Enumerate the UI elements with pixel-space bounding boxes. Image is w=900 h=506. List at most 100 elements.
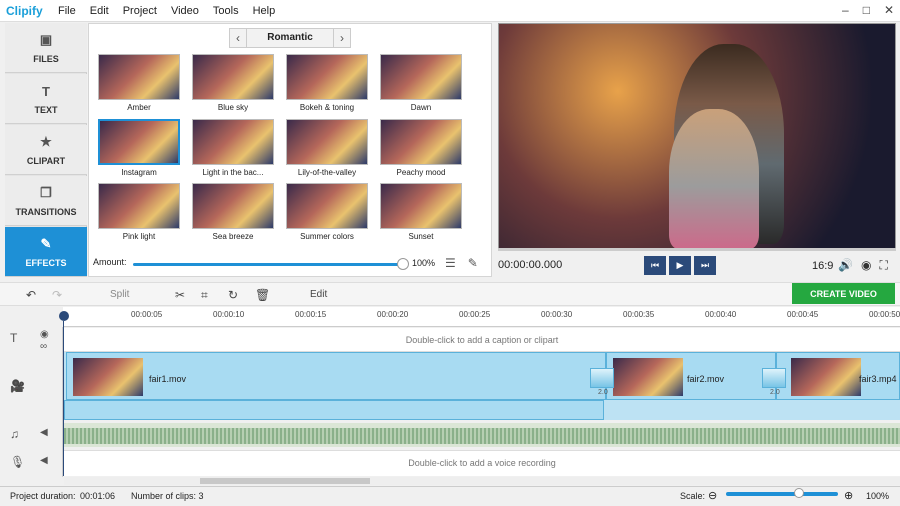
- category-label: Romantic: [246, 29, 334, 47]
- effect-label: Amber: [127, 103, 151, 112]
- clip-fair1[interactable]: fair1.mov: [66, 352, 606, 400]
- sidebar-item-effects[interactable]: ✎ EFFECTS: [5, 227, 87, 277]
- transition-marker[interactable]: [762, 368, 786, 388]
- chevron-left-icon[interactable]: ‹: [230, 31, 246, 45]
- fullscreen-icon[interactable]: ⛶: [879, 258, 887, 273]
- ruler-tick-label: 00:00:05: [131, 310, 163, 319]
- voice-track[interactable]: Double-click to add a voice recording: [64, 450, 900, 476]
- volume-icon[interactable]: 🔊: [838, 258, 853, 273]
- video-track-icon: 🎥: [10, 379, 25, 393]
- playback-controls: ⏮ ▶ ⏭: [644, 256, 716, 275]
- effect-tile[interactable]: Instagram: [97, 119, 181, 179]
- skip-back-icon[interactable]: ⏮: [644, 256, 666, 275]
- menu-file[interactable]: File: [58, 5, 76, 17]
- app-logo: Clipify: [6, 4, 43, 18]
- menu-video[interactable]: Video: [171, 5, 199, 17]
- effect-thumbnail: [98, 183, 180, 229]
- close-icon[interactable]: ✕: [884, 3, 894, 17]
- edit-button[interactable]: Edit: [310, 289, 327, 300]
- brush-icon[interactable]: ✎: [468, 256, 478, 270]
- effect-label: Pink light: [122, 232, 156, 241]
- music-icon: ♫: [10, 427, 19, 441]
- preview-progress-bar[interactable]: [498, 248, 896, 251]
- eye-icon[interactable]: ◉: [40, 329, 49, 340]
- clip-name: fair2.mov: [687, 374, 725, 384]
- undo-icon[interactable]: ↶: [26, 288, 36, 302]
- skip-forward-icon[interactable]: ⏭: [694, 256, 716, 275]
- link-icon[interactable]: ∞: [40, 341, 47, 352]
- effect-tile[interactable]: Summer colors: [285, 183, 369, 243]
- text-track-icon: T: [10, 331, 18, 345]
- menu-help[interactable]: Help: [253, 5, 276, 17]
- sidebar: ▣ FILES T TEXT ★ CLIPART ❐ TRANSITIONS ✎ EFFE…: [5, 23, 87, 277]
- effect-label: Sea breeze: [212, 232, 254, 241]
- effect-tile[interactable]: Lily-of-the-valley: [285, 119, 369, 179]
- effect-tile[interactable]: Sea breeze: [191, 183, 275, 243]
- ruler-tick-label: 00:00:45: [787, 310, 819, 319]
- timeline-scrollbar-thumb[interactable]: [200, 478, 370, 484]
- caption-track[interactable]: Double-click to add a caption or clipart: [64, 328, 900, 352]
- transition-marker[interactable]: [590, 368, 614, 388]
- effect-tile[interactable]: Light in the bac...: [191, 119, 275, 179]
- effect-thumbnail: [380, 54, 462, 100]
- text-icon: T: [42, 84, 50, 99]
- sidebar-item-label: CLIPART: [26, 156, 66, 166]
- chevron-right-icon[interactable]: ›: [334, 31, 350, 45]
- voice-volume-icon[interactable]: ◀: [40, 455, 48, 466]
- maximize-icon[interactable]: □: [863, 3, 870, 17]
- video-preview[interactable]: [498, 23, 896, 249]
- ruler-tick-label: 00:00:40: [705, 310, 737, 319]
- create-video-button[interactable]: CREATE VIDEO: [792, 283, 895, 304]
- sidebar-item-files[interactable]: ▣ FILES: [5, 23, 87, 73]
- image-icon: ▣: [39, 32, 53, 47]
- menu-project[interactable]: Project: [123, 5, 157, 17]
- effect-label: Instagram: [121, 168, 157, 177]
- redo-icon[interactable]: ↷: [52, 288, 62, 302]
- edit-toolbar: ↶ ↷ Split ✂ ⌗ ↻ 🗑 Edit: [0, 282, 900, 306]
- sidebar-item-transitions[interactable]: ❐ TRANSITIONS: [5, 176, 87, 226]
- clip-fair2[interactable]: fair2.mov: [606, 352, 776, 400]
- amount-slider-handle[interactable]: [397, 258, 409, 270]
- effect-tile[interactable]: Sunset: [379, 183, 463, 243]
- clip-subtrack[interactable]: [64, 400, 604, 420]
- sliders-icon[interactable]: ☰: [445, 256, 456, 270]
- time-ruler[interactable]: 00:00:05 00:00:10 00:00:15 00:00:20 00:00:25…: [63, 307, 900, 327]
- menu-bar: File Edit Project Video Tools Help: [58, 5, 289, 17]
- effect-tile[interactable]: Pink light: [97, 183, 181, 243]
- menu-tools[interactable]: Tools: [213, 5, 239, 17]
- sidebar-item-clipart[interactable]: ★ CLIPART: [5, 125, 87, 175]
- audio-waveform: [64, 428, 900, 444]
- effect-tile[interactable]: Bokeh & toning: [285, 54, 369, 114]
- scale-slider-handle[interactable]: [794, 488, 804, 498]
- timeline-scrollbar[interactable]: [64, 477, 900, 485]
- minimize-icon[interactable]: –: [842, 3, 849, 17]
- category-selector: ‹ Romantic ›: [229, 28, 351, 48]
- effect-tile[interactable]: Blue sky: [191, 54, 275, 114]
- audio-volume-icon[interactable]: ◀: [40, 427, 48, 438]
- clip-subtrack[interactable]: [604, 400, 900, 420]
- effects-panel: ‹ Romantic › Amber Blue sky Bokeh & toning…: [88, 23, 492, 277]
- effect-tile[interactable]: Dawn: [379, 54, 463, 114]
- effect-tile[interactable]: Peachy mood: [379, 119, 463, 179]
- clip-thumbnail: [791, 358, 861, 396]
- scissors-icon[interactable]: ✂: [175, 288, 185, 302]
- scale-slider[interactable]: [726, 492, 838, 496]
- crop-icon[interactable]: ⌗: [201, 288, 208, 303]
- playhead[interactable]: [59, 311, 69, 321]
- effect-thumbnail: [286, 183, 368, 229]
- effect-tile[interactable]: Amber: [97, 54, 181, 114]
- amount-label: Amount:: [93, 257, 127, 267]
- rotate-icon[interactable]: ↻: [228, 288, 238, 302]
- aspect-ratio[interactable]: 16:9: [812, 260, 833, 272]
- menu-edit[interactable]: Edit: [90, 5, 109, 17]
- play-icon[interactable]: ▶: [669, 256, 691, 275]
- zoom-in-icon[interactable]: ⊕: [844, 489, 853, 502]
- split-button[interactable]: Split: [110, 289, 129, 300]
- clip-name: fair1.mov: [149, 374, 187, 384]
- amount-slider[interactable]: [133, 263, 403, 266]
- camera-icon[interactable]: ◉: [861, 258, 871, 273]
- clip-fair3[interactable]: fair3.mp4: [776, 352, 900, 400]
- trash-icon[interactable]: 🗑: [255, 288, 270, 302]
- sidebar-item-text[interactable]: T TEXT: [5, 74, 87, 124]
- zoom-out-icon[interactable]: ⊖: [708, 489, 717, 502]
